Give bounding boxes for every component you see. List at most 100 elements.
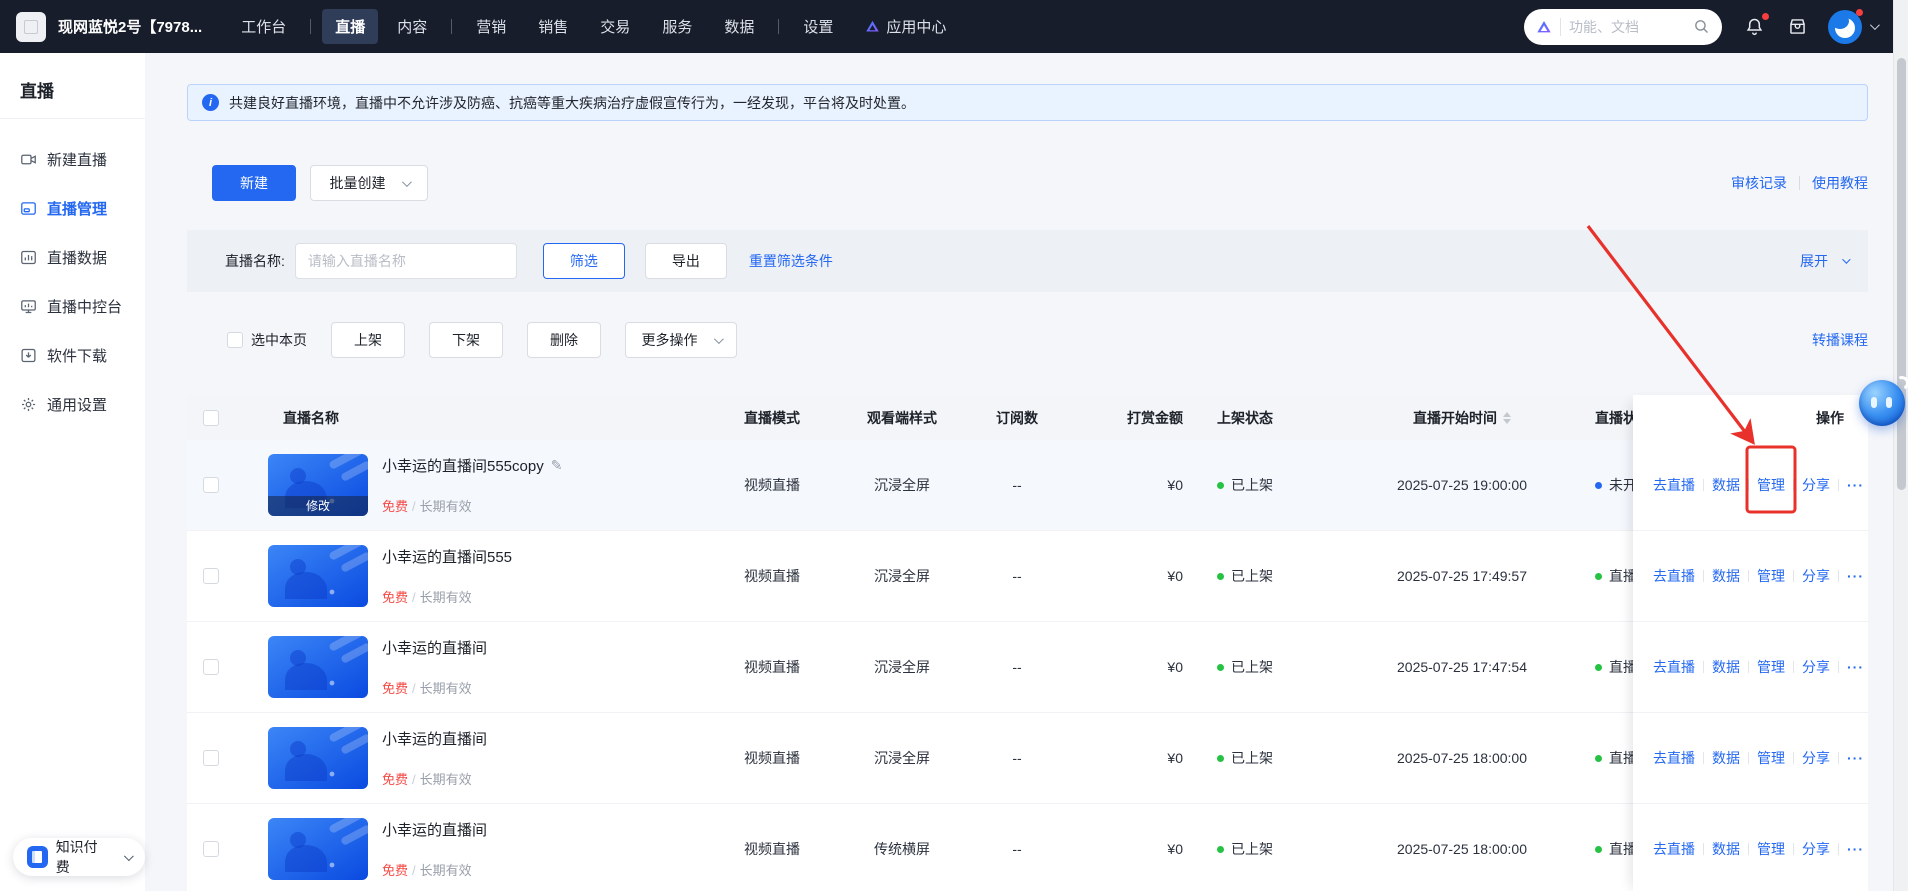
action-data[interactable]: 数据 — [1712, 657, 1740, 677]
start-time-cell: 2025-07-25 18:00:00 — [1397, 841, 1527, 857]
more-actions-button[interactable]: ··· — [1847, 659, 1864, 675]
workspace-logo[interactable] — [16, 11, 46, 42]
topnav-item-3[interactable]: 营销 — [463, 9, 519, 44]
col-shelf-status: 上架状态 — [1217, 409, 1273, 426]
action-data[interactable]: 数据 — [1712, 475, 1740, 495]
topnav-item-5[interactable]: 交易 — [587, 9, 643, 44]
relay-course-link[interactable]: 转播课程 — [1812, 330, 1868, 350]
search-icon[interactable] — [1693, 18, 1710, 35]
select-page-checkbox[interactable] — [227, 332, 243, 348]
live-name-input[interactable] — [294, 243, 517, 279]
more-operations-button[interactable]: 更多操作 — [625, 322, 737, 358]
tutorial-link[interactable]: 使用教程 — [1812, 173, 1868, 193]
scrollbar-thumb[interactable] — [1897, 58, 1906, 490]
start-time-header-label: 直播开始时间 — [1413, 409, 1497, 426]
account-menu[interactable] — [1828, 8, 1880, 44]
action-go-live[interactable]: 去直播 — [1653, 657, 1695, 677]
sidebar-title: 直播 — [20, 82, 54, 101]
validity-label: 长期有效 — [419, 772, 472, 787]
row-checkbox[interactable] — [203, 568, 219, 584]
store-button[interactable] — [1787, 16, 1808, 37]
shelf-status-dot — [1217, 572, 1224, 580]
row-checkbox[interactable] — [203, 841, 219, 857]
reset-filters-link[interactable]: 重置筛选条件 — [749, 251, 833, 271]
live-cover-thumbnail[interactable] — [268, 545, 368, 607]
vertical-scrollbar[interactable] — [1893, 0, 1908, 891]
sidebar-item-live-data[interactable]: 直播数据 — [0, 233, 145, 282]
batch-create-button[interactable]: 批量创建 — [310, 165, 428, 201]
live-cover-thumbnail[interactable] — [268, 636, 368, 698]
more-actions-button[interactable]: ··· — [1847, 841, 1864, 857]
knowledge-pay-widget[interactable]: 知识付费 — [13, 838, 145, 876]
row-checkbox[interactable] — [203, 659, 219, 675]
live-cover-thumbnail[interactable] — [268, 727, 368, 789]
action-manage[interactable]: 管理 — [1757, 566, 1785, 586]
viewer-style-cell: 沉浸全屏 — [874, 477, 930, 493]
action-manage[interactable]: 管理 — [1757, 475, 1785, 495]
action-data[interactable]: 数据 — [1712, 748, 1740, 768]
action-share[interactable]: 分享 — [1802, 475, 1830, 495]
sort-icon[interactable] — [1503, 411, 1511, 424]
topnav-item-8[interactable]: 设置 — [790, 9, 846, 44]
row-checkbox[interactable] — [203, 477, 219, 493]
search-input[interactable] — [1569, 18, 1685, 35]
live-title: 小幸运的直播间555 — [382, 549, 513, 566]
live-cover-thumbnail[interactable]: 修改 — [268, 454, 368, 516]
sidebar-item-live-manage[interactable]: 直播管理 — [0, 184, 145, 233]
download-icon — [21, 348, 36, 363]
topnav-item-6[interactable]: 服务 — [649, 9, 705, 44]
select-all-checkbox[interactable] — [203, 409, 219, 426]
edit-title-icon[interactable]: ✎ — [551, 457, 563, 474]
notifications-button[interactable] — [1744, 13, 1769, 37]
action-go-live[interactable]: 去直播 — [1653, 839, 1695, 859]
row-checkbox[interactable] — [203, 750, 219, 766]
action-go-live[interactable]: 去直播 — [1653, 566, 1695, 586]
live-manage-icon — [21, 202, 36, 215]
col-live-name: 直播名称 — [283, 409, 339, 426]
sidebar-item-software-download[interactable]: 软件下载 — [0, 331, 145, 380]
more-actions-button[interactable]: ··· — [1847, 477, 1864, 493]
camera-icon — [21, 154, 36, 165]
topnav-item-7[interactable]: 数据 — [711, 9, 767, 44]
action-share[interactable]: 分享 — [1802, 657, 1830, 677]
more-actions-button[interactable]: ··· — [1847, 750, 1864, 766]
search-divider — [1560, 17, 1561, 36]
action-share[interactable]: 分享 — [1802, 839, 1830, 859]
live-cover-thumbnail[interactable] — [268, 818, 368, 880]
live-title: 小幸运的直播间 — [382, 822, 488, 839]
topnav-item-9[interactable]: 应用中心 — [852, 9, 959, 44]
more-actions-button[interactable]: ··· — [1847, 568, 1864, 584]
shelf-status-dot — [1217, 663, 1224, 671]
global-search[interactable] — [1524, 8, 1722, 45]
audit-log-link[interactable]: 审核记录 — [1731, 173, 1787, 193]
publish-button[interactable]: 上架 — [331, 322, 405, 358]
action-data[interactable]: 数据 — [1712, 839, 1740, 859]
sidebar-item-general-settings[interactable]: 通用设置 — [0, 380, 145, 429]
export-button[interactable]: 导出 — [644, 243, 727, 279]
filter-button[interactable]: 筛选 — [542, 243, 625, 279]
action-go-live[interactable]: 去直播 — [1653, 475, 1695, 495]
action-manage[interactable]: 管理 — [1757, 657, 1785, 677]
expand-filters-button[interactable]: 展开 — [1800, 251, 1851, 271]
action-go-live[interactable]: 去直播 — [1653, 748, 1695, 768]
action-data[interactable]: 数据 — [1712, 566, 1740, 586]
topnav-item-1[interactable]: 直播 — [322, 9, 379, 44]
action-manage[interactable]: 管理 — [1757, 839, 1785, 859]
action-divider — [1703, 661, 1704, 673]
thumbnail-edit-overlay[interactable]: 修改 — [268, 496, 368, 516]
workspace-name[interactable]: 现网蓝悦2号【7978... — [58, 16, 202, 37]
unpublish-button[interactable]: 下架 — [429, 322, 503, 358]
col-start-time[interactable]: 直播开始时间 — [1337, 408, 1587, 428]
topnav-item-0[interactable]: 工作台 — [228, 9, 299, 44]
sidebar-item-live-console[interactable]: 直播中控台 — [0, 282, 145, 331]
action-share[interactable]: 分享 — [1802, 566, 1830, 586]
delete-button[interactable]: 删除 — [527, 322, 601, 358]
action-share[interactable]: 分享 — [1802, 748, 1830, 768]
notification-badge — [1762, 13, 1769, 20]
sidebar-item-new-live[interactable]: 新建直播 — [0, 135, 145, 184]
topnav-item-4[interactable]: 销售 — [525, 9, 581, 44]
create-button[interactable]: 新建 — [212, 165, 296, 201]
action-manage[interactable]: 管理 — [1757, 748, 1785, 768]
topnav-item-2[interactable]: 内容 — [384, 9, 440, 44]
assistant-robot-button[interactable] — [1859, 374, 1908, 426]
